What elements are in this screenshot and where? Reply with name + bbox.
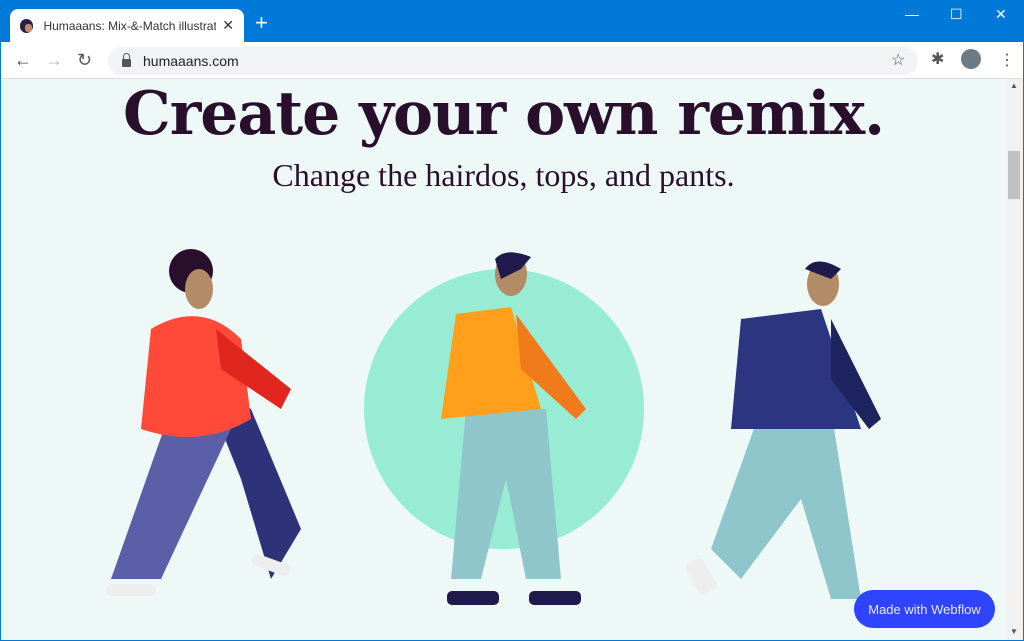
figure-center xyxy=(364,252,644,605)
extensions-icon[interactable]: ✱ xyxy=(931,49,944,69)
scrollbar-thumb[interactable] xyxy=(1008,151,1020,199)
reload-icon[interactable]: ↻ xyxy=(77,50,92,71)
scrollbar[interactable]: ▲ ▼ xyxy=(1006,79,1023,640)
illustration xyxy=(106,249,881,605)
address-bar[interactable]: humaaans.com xyxy=(108,47,918,75)
page-content: Create your own remix. Change the hairdo… xyxy=(1,79,1006,640)
made-with-webflow-badge[interactable]: Made with Webflow xyxy=(854,590,995,628)
profile-avatar[interactable] xyxy=(961,49,981,69)
browser-toolbar: ← → ↻ humaaans.com ☆ ✱ ⋮ xyxy=(1,42,1023,79)
figure-right xyxy=(685,261,881,599)
tab-title: Humaaans: Mix-&-Match illustrations xyxy=(43,18,217,33)
url-text[interactable]: humaaans.com xyxy=(143,53,239,69)
close-window-button[interactable]: ✕ xyxy=(995,6,1007,23)
title-bar: Humaaans: Mix-&-Match illustrations ✕ + … xyxy=(0,0,1024,42)
menu-icon[interactable]: ⋮ xyxy=(999,50,1015,70)
forward-icon[interactable]: → xyxy=(45,50,63,71)
tab-close-icon[interactable]: ✕ xyxy=(222,17,234,34)
minimize-button[interactable]: — xyxy=(905,6,919,22)
lock-icon xyxy=(122,53,131,67)
bookmark-star-icon[interactable]: ☆ xyxy=(891,50,905,70)
scroll-down-icon[interactable]: ▼ xyxy=(1010,627,1018,636)
new-tab-button[interactable]: + xyxy=(255,12,268,34)
scroll-up-icon[interactable]: ▲ xyxy=(1010,81,1018,90)
figure-left xyxy=(106,249,301,596)
browser-tab[interactable]: Humaaans: Mix-&-Match illustrations ✕ xyxy=(10,9,244,42)
favicon-icon xyxy=(20,18,34,33)
maximize-button[interactable]: ☐ xyxy=(950,6,963,23)
back-icon[interactable]: ← xyxy=(14,50,32,71)
